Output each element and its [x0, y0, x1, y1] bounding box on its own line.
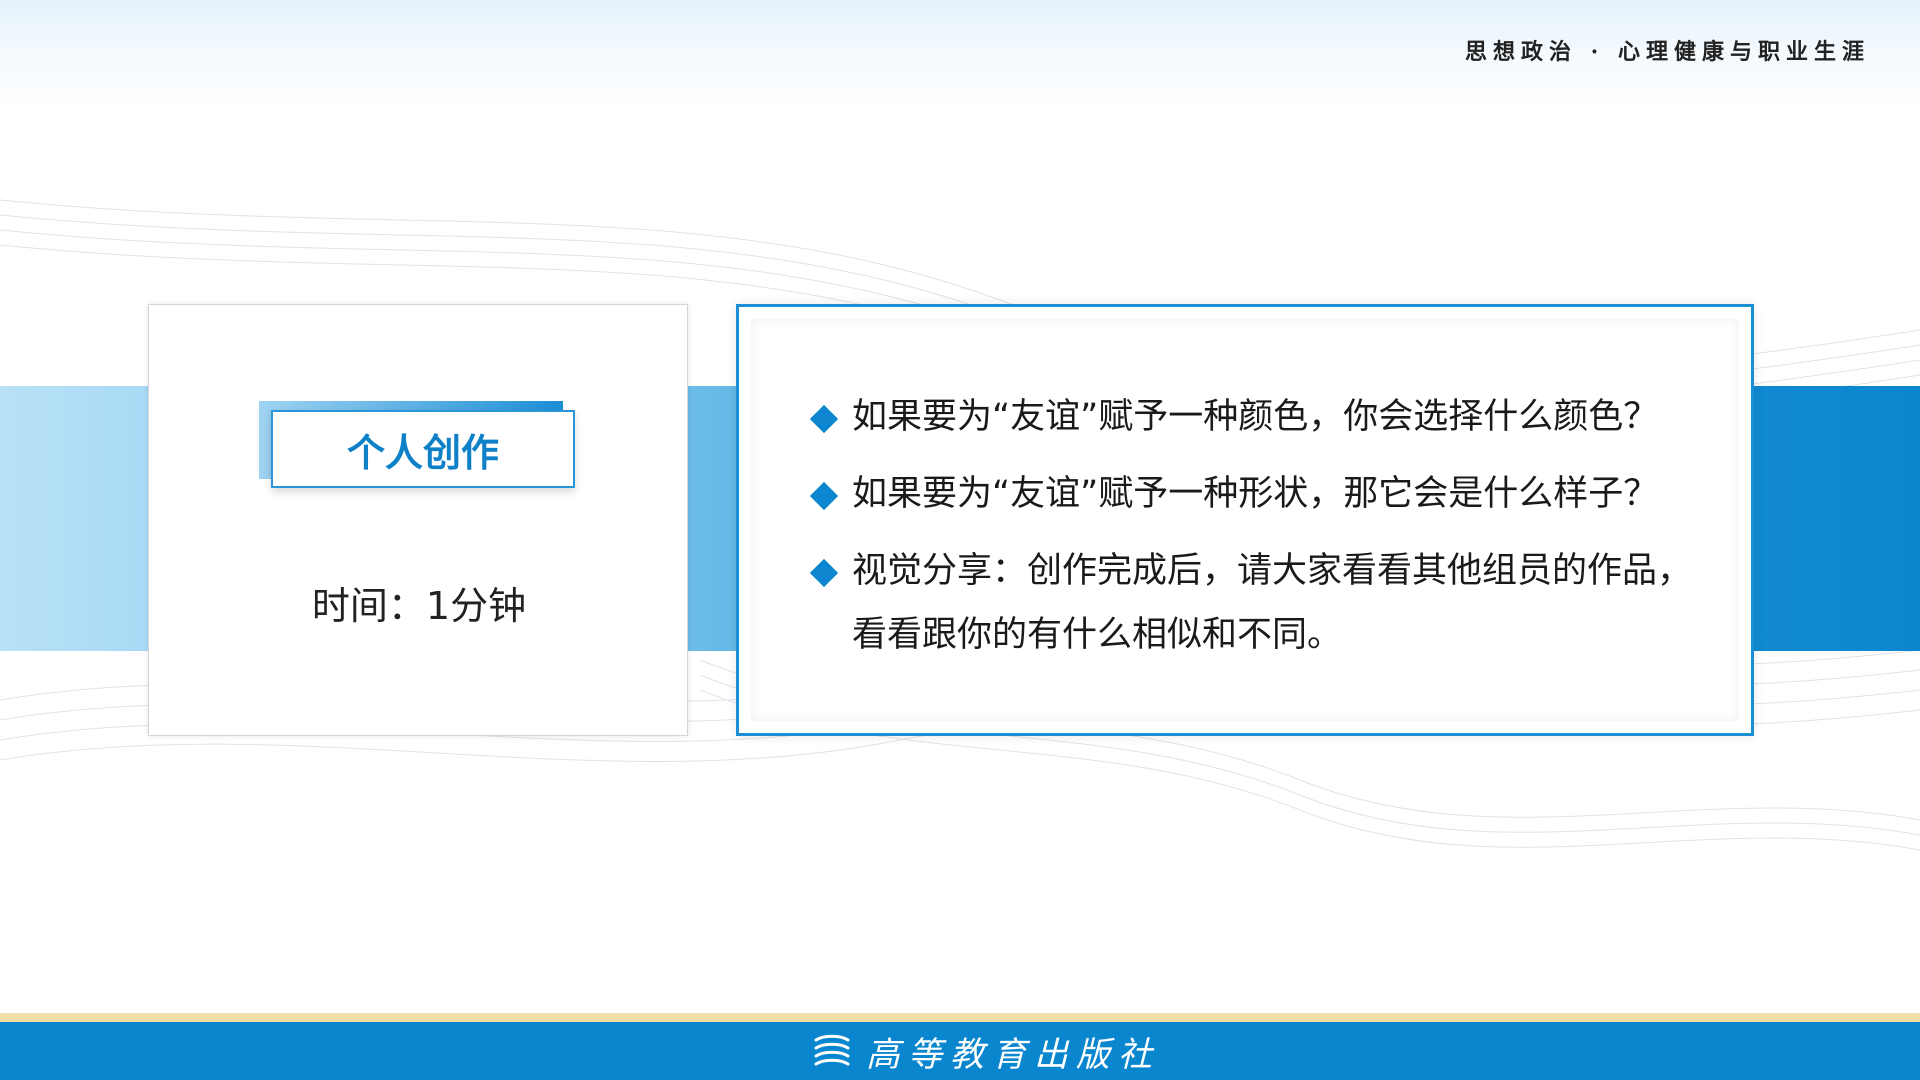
- list-item: 如果要为“友谊”赋予一种颜色，你会选择什么颜色？: [808, 385, 1708, 449]
- publisher-logo: 高等教育出版社: [812, 1026, 1160, 1076]
- list-item: 如果要为“友谊”赋予一种形状，那它会是什么样子？: [808, 462, 1708, 526]
- diamond-bullet-icon: [809, 404, 839, 434]
- course-title: 思想政治 · 心理健康与职业生涯: [1465, 39, 1870, 65]
- time-label: 时间：1分钟: [311, 584, 527, 628]
- list-item-text: 如果要为“友谊”赋予一种形状，那它会是什么样子？: [852, 474, 1659, 514]
- list-item-text: 如果要为“友谊”赋予一种颜色，你会选择什么颜色？: [852, 397, 1659, 437]
- activity-card: 个人创作 时间：1分钟: [148, 304, 688, 736]
- book-stack-icon: [812, 1032, 852, 1070]
- list-item-text: 视觉分享：创作完成后，请大家看看其他组员的作品，看看跟你的有什么相似和不同。: [852, 551, 1693, 655]
- diamond-bullet-icon: [809, 481, 839, 511]
- list-item: 视觉分享：创作完成后，请大家看看其他组员的作品，看看跟你的有什么相似和不同。: [808, 539, 1708, 667]
- footer-stripe: [0, 1013, 1920, 1022]
- publisher-name: 高等教育出版社: [866, 1034, 1160, 1075]
- question-list: 如果要为“友谊”赋予一种颜色，你会选择什么颜色？ 如果要为“友谊”赋予一种形状，…: [808, 385, 1708, 680]
- diamond-bullet-icon: [809, 558, 839, 588]
- activity-badge: 个人创作: [271, 410, 575, 488]
